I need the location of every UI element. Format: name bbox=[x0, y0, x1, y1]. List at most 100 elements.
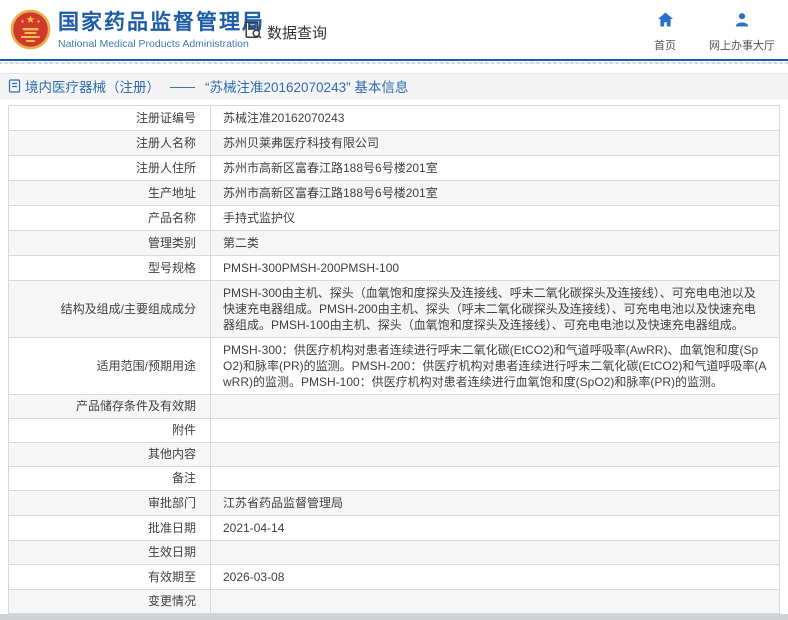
row-label: 有效期至 bbox=[147, 569, 196, 584]
table-row: 生效日期 bbox=[8, 540, 780, 565]
table-row: 生产地址 苏州市高新区富春江路188号6号楼201室 bbox=[8, 180, 780, 206]
row-value-cell bbox=[210, 589, 780, 614]
table-row: 注册人名称 苏州贝莱弗医疗科技有限公司 bbox=[8, 130, 780, 156]
row-value: 江苏省药品监督管理局 bbox=[223, 496, 344, 510]
row-value-cell: 江苏省药品监督管理局 bbox=[210, 490, 780, 516]
row-label-cell: 审批部门 bbox=[8, 490, 211, 516]
row-label: 附件 bbox=[171, 423, 196, 437]
row-label: 产品名称 bbox=[147, 210, 196, 225]
row-value: 苏械注准20162070243 bbox=[223, 111, 345, 125]
row-value-cell: PMSH-300：供医疗机构对患者连续进行呼末二氧化碳(EtCO2)和气道呼吸率… bbox=[210, 337, 780, 395]
row-label: 结构及组成/主要组成成分 bbox=[60, 301, 196, 316]
row-label-cell: 型号规格 bbox=[8, 255, 211, 281]
row-label-cell: 管理类别 bbox=[8, 230, 211, 256]
header-divider bbox=[0, 62, 788, 64]
row-label: 生效日期 bbox=[147, 545, 196, 559]
footer-strip bbox=[0, 614, 788, 620]
row-value-cell bbox=[210, 442, 780, 467]
row-value-cell: 苏械注准20162070243 bbox=[210, 105, 780, 131]
table-row: 型号规格 PMSH-300PMSH-200PMSH-100 bbox=[8, 255, 780, 281]
quick-link-home-label: 首页 bbox=[654, 40, 676, 52]
user-icon bbox=[734, 12, 750, 32]
row-value-cell: 手持式监护仪 bbox=[210, 205, 780, 231]
quick-link-service-hall[interactable]: 网上办事大厅 bbox=[709, 12, 775, 53]
quick-link-service-hall-label: 网上办事大厅 bbox=[709, 40, 775, 52]
site-header: 国家药品监督管理局 National Medical Products Admi… bbox=[0, 0, 788, 61]
row-value: 苏州市高新区富春江路188号6号楼201室 bbox=[223, 186, 438, 200]
row-value: 手持式监护仪 bbox=[223, 211, 296, 225]
row-value: 苏州贝莱弗医疗科技有限公司 bbox=[223, 136, 380, 150]
row-value-cell: 苏州市高新区富春江路188号6号楼201室 bbox=[210, 155, 780, 181]
row-label: 备注 bbox=[171, 471, 196, 485]
table-row: 有效期至 2026-03-08 bbox=[8, 564, 780, 590]
table-row: 适用范围/预期用途 PMSH-300：供医疗机构对患者连续进行呼末二氧化碳(EtC… bbox=[8, 337, 780, 395]
row-label-cell: 注册人名称 bbox=[8, 130, 211, 156]
row-label: 产品储存条件及有效期 bbox=[75, 399, 196, 413]
table-row: 其他内容 bbox=[8, 442, 780, 467]
national-emblem-logo bbox=[10, 9, 51, 50]
row-label-cell: 生效日期 bbox=[8, 540, 211, 565]
row-label: 注册证编号 bbox=[135, 110, 196, 125]
table-row: 注册证编号 苏械注准20162070243 bbox=[8, 105, 780, 131]
row-label: 批准日期 bbox=[147, 520, 196, 535]
table-row: 产品名称 手持式监护仪 bbox=[8, 205, 780, 231]
row-label-cell: 注册证编号 bbox=[8, 105, 211, 131]
registration-info-table-wrap: 注册证编号 苏械注准20162070243 注册人名称 苏州贝莱弗医疗科技有限公司 注册… bbox=[8, 105, 780, 620]
registration-info-table: 注册证编号 苏械注准20162070243 注册人名称 苏州贝莱弗医疗科技有限公司 注册… bbox=[8, 105, 780, 620]
row-value-cell: 第二类 bbox=[210, 230, 780, 256]
row-label: 其他内容 bbox=[147, 447, 196, 461]
row-label: 注册人名称 bbox=[135, 135, 196, 150]
row-value-cell: PMSH-300PMSH-200PMSH-100 bbox=[210, 255, 780, 281]
table-row: 备注 bbox=[8, 466, 780, 491]
row-label-cell: 附件 bbox=[8, 418, 211, 443]
row-label-cell: 结构及组成/主要组成成分 bbox=[8, 280, 211, 338]
row-label-cell: 有效期至 bbox=[8, 564, 211, 590]
row-value: 2026-03-08 bbox=[223, 570, 285, 584]
row-label: 审批部门 bbox=[147, 495, 196, 510]
document-icon bbox=[8, 79, 21, 93]
row-label-cell: 其他内容 bbox=[8, 442, 211, 467]
page-title: “苏械注准20162070243” 基本信息 bbox=[205, 80, 409, 95]
row-value-cell: 苏州贝莱弗医疗科技有限公司 bbox=[210, 130, 780, 156]
nav-data-query-label: 数据查询 bbox=[267, 24, 328, 42]
row-value: PMSH-300：供医疗机构对患者连续进行呼末二氧化碳(EtCO2)和气道呼吸率… bbox=[223, 343, 767, 389]
row-label-cell: 批准日期 bbox=[8, 515, 211, 541]
row-label: 生产地址 bbox=[147, 185, 196, 200]
row-label-cell: 产品储存条件及有效期 bbox=[8, 394, 211, 419]
org-name-cn: 国家药品监督管理局 bbox=[58, 11, 265, 34]
org-name-en: National Medical Products Administration bbox=[58, 38, 249, 50]
row-value-cell bbox=[210, 418, 780, 443]
row-value: 苏州市高新区富春江路188号6号楼201室 bbox=[223, 161, 438, 175]
row-value: PMSH-300PMSH-200PMSH-100 bbox=[223, 261, 400, 275]
breadcrumb: 境内医疗器械（注册） —— “苏械注准20162070243” 基本信息 bbox=[0, 73, 788, 99]
row-value-cell: 2026-03-08 bbox=[210, 564, 780, 590]
row-value-cell: PMSH-300由主机、探头（血氧饱和度探头及连接线、呼末二氧化碳探头及连接线）… bbox=[210, 280, 780, 338]
row-label-cell: 变更情况 bbox=[8, 589, 211, 614]
row-value-cell: 2021-04-14 bbox=[210, 515, 780, 541]
row-label-cell: 适用范围/预期用途 bbox=[8, 337, 211, 395]
row-value-cell: 苏州市高新区富春江路188号6号楼201室 bbox=[210, 180, 780, 206]
table-row: 审批部门 江苏省药品监督管理局 bbox=[8, 490, 780, 516]
row-value-cell bbox=[210, 394, 780, 419]
row-value: 第二类 bbox=[223, 236, 260, 250]
row-label: 型号规格 bbox=[147, 260, 196, 275]
quick-link-home[interactable]: 首页 bbox=[647, 12, 683, 53]
registration-table-body: 注册证编号 苏械注准20162070243 注册人名称 苏州贝莱弗医疗科技有限公司 注册… bbox=[8, 105, 780, 620]
table-row: 产品储存条件及有效期 bbox=[8, 394, 780, 419]
row-label: 管理类别 bbox=[147, 235, 196, 250]
page: 国家药品监督管理局 National Medical Products Admi… bbox=[0, 0, 788, 620]
row-label-cell: 生产地址 bbox=[8, 180, 211, 206]
home-icon bbox=[657, 12, 674, 32]
row-label: 变更情况 bbox=[147, 594, 196, 608]
nav-item-data-query[interactable]: 数据查询 bbox=[243, 20, 327, 44]
row-value-cell bbox=[210, 540, 780, 565]
row-label: 注册人住所 bbox=[135, 160, 196, 175]
site-titles: 国家药品监督管理局 National Medical Products Admi… bbox=[58, 11, 265, 50]
row-value: PMSH-300由主机、探头（血氧饱和度探头及连接线、呼末二氧化碳探头及连接线）… bbox=[223, 286, 756, 332]
header-quick-links: 首页 网上办事大厅 bbox=[647, 12, 775, 53]
row-value-cell bbox=[210, 466, 780, 491]
breadcrumb-separator: —— bbox=[170, 78, 195, 94]
row-value: 2021-04-14 bbox=[223, 521, 285, 535]
table-row: 批准日期 2021-04-14 bbox=[8, 515, 780, 541]
row-label: 适用范围/预期用途 bbox=[96, 358, 196, 373]
